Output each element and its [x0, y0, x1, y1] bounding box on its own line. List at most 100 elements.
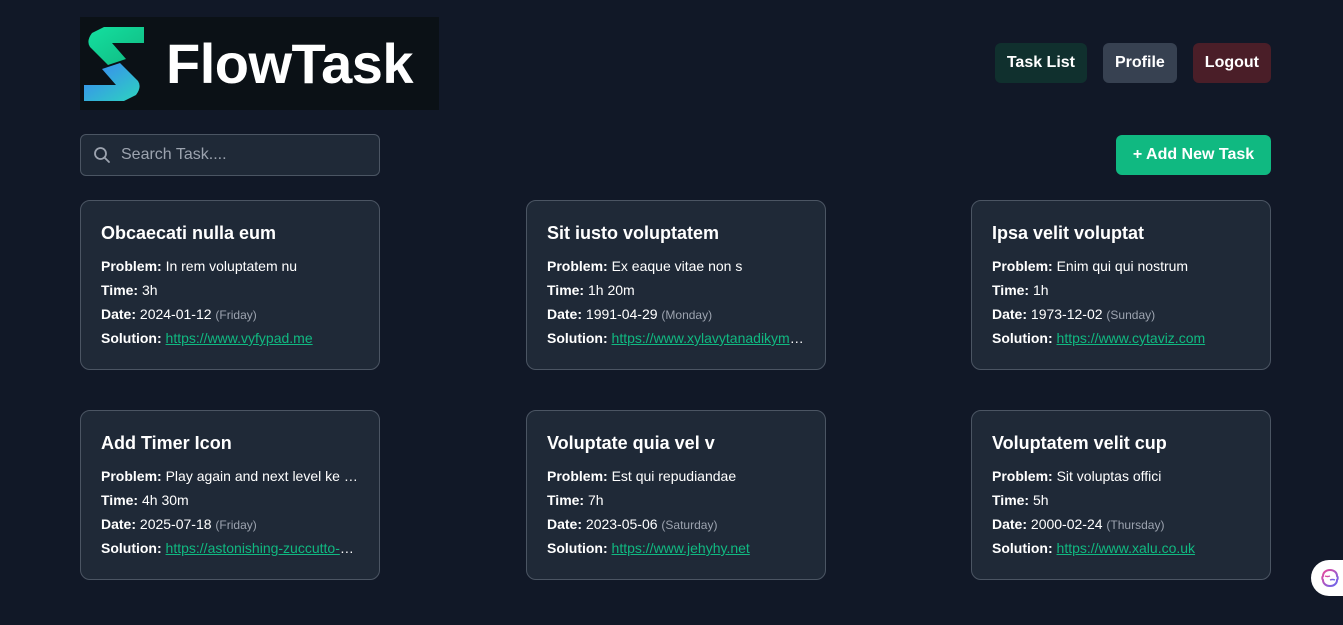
- page: FlowTask Task List Profile Logout + Add …: [0, 0, 1343, 625]
- date-label: Date:: [101, 516, 137, 532]
- task-title: Voluptatem velit cup: [992, 433, 1167, 453]
- date-label: Date:: [101, 306, 137, 322]
- solution-label: Solution:: [992, 540, 1053, 556]
- task-solution: Solution: https://www.cytaviz.com: [992, 326, 1250, 350]
- date-value: 2023-05-06: [585, 516, 658, 532]
- solution-link[interactable]: https://astonishing-zuccutto-app.netlify…: [166, 540, 359, 556]
- day-value: (Friday): [215, 518, 257, 532]
- solution-link[interactable]: https://www.cytaviz.com: [1057, 330, 1206, 346]
- problem-value: In rem voluptatem nu: [165, 258, 298, 274]
- day-value: (Saturday): [661, 518, 718, 532]
- task-time: Time: 3h: [101, 278, 359, 302]
- date-value: 2025-07-18: [139, 516, 212, 532]
- search-icon: [94, 147, 110, 163]
- task-date: Date: 2024-01-12 (Friday): [101, 302, 359, 326]
- task-card[interactable]: Obcaecati nulla eum Problem: In rem volu…: [80, 200, 380, 370]
- task-date: Date: 2023-05-06 (Saturday): [547, 512, 805, 536]
- task-problem: Problem: Ex eaque vitae non s: [547, 254, 805, 278]
- task-card[interactable]: Voluptate quia vel v Problem: Est qui re…: [526, 410, 826, 580]
- problem-value: Est qui repudiandae: [611, 468, 737, 484]
- task-card[interactable]: Ipsa velit voluptat Problem: Enim qui qu…: [971, 200, 1271, 370]
- time-label: Time:: [101, 282, 139, 298]
- problem-value: Play again and next level ke sathe: [165, 468, 359, 484]
- date-label: Date:: [992, 516, 1028, 532]
- task-solution: Solution: https://astonishing-zuccutto-a…: [101, 536, 359, 560]
- problem-label: Problem:: [547, 468, 608, 484]
- solution-label: Solution:: [101, 540, 162, 556]
- solution-label: Solution:: [992, 330, 1053, 346]
- task-solution: Solution: https://www.xylavytanadikym.co…: [547, 326, 805, 350]
- task-solution: Solution: https://www.vyfypad.me: [101, 326, 359, 350]
- time-value: 1h: [1032, 282, 1049, 298]
- task-solution: Solution: https://www.xalu.co.uk: [992, 536, 1250, 560]
- search-input[interactable]: [121, 146, 361, 164]
- time-label: Time:: [547, 492, 585, 508]
- solution-label: Solution:: [101, 330, 162, 346]
- task-problem: Problem: Play again and next level ke sa…: [101, 464, 359, 488]
- task-title: Voluptate quia vel v: [547, 433, 715, 453]
- time-value: 7h: [587, 492, 604, 508]
- date-label: Date:: [992, 306, 1028, 322]
- task-card[interactable]: Sit iusto voluptatem Problem: Ex eaque v…: [526, 200, 826, 370]
- brain-icon: [1321, 568, 1339, 588]
- problem-value: Sit voluptas offici: [1056, 468, 1162, 484]
- add-new-task-button[interactable]: + Add New Task: [1116, 135, 1271, 175]
- time-value: 3h: [141, 282, 158, 298]
- task-date: Date: 1991-04-29 (Monday): [547, 302, 805, 326]
- task-card[interactable]: Voluptatem velit cup Problem: Sit volupt…: [971, 410, 1271, 580]
- time-value: 1h 20m: [587, 282, 635, 298]
- day-value: (Friday): [215, 308, 257, 322]
- problem-label: Problem:: [547, 258, 608, 274]
- time-label: Time:: [992, 492, 1030, 508]
- task-date: Date: 2000-02-24 (Thursday): [992, 512, 1250, 536]
- task-title: Sit iusto voluptatem: [547, 223, 720, 243]
- task-time: Time: 4h 30m: [101, 488, 359, 512]
- task-title: Obcaecati nulla eum: [101, 223, 277, 243]
- task-problem: Problem: In rem voluptatem nu: [101, 254, 359, 278]
- task-card[interactable]: Add Timer Icon Problem: Play again and n…: [80, 410, 380, 580]
- date-value: 2000-02-24: [1030, 516, 1103, 532]
- day-value: (Monday): [661, 308, 713, 322]
- task-solution: Solution: https://www.jehyhy.net: [547, 536, 805, 560]
- search-box: [80, 134, 380, 176]
- date-label: Date:: [547, 306, 583, 322]
- flowtask-s-logo-icon: [84, 26, 144, 101]
- task-list-button[interactable]: Task List: [994, 43, 1087, 83]
- solution-link[interactable]: https://www.vyfypad.me: [166, 330, 313, 346]
- task-time: Time: 1h 20m: [547, 278, 805, 302]
- task-time: Time: 7h: [547, 488, 805, 512]
- logout-button[interactable]: Logout: [1192, 43, 1271, 83]
- date-label: Date:: [547, 516, 583, 532]
- solution-link[interactable]: https://www.xylavytanadikym.com: [612, 330, 805, 346]
- time-label: Time:: [101, 492, 139, 508]
- task-date: Date: 2025-07-18 (Friday): [101, 512, 359, 536]
- problem-value: Enim qui qui nostrum: [1056, 258, 1189, 274]
- date-value: 1973-12-02: [1030, 306, 1103, 322]
- top-nav: Task List Profile Logout: [994, 43, 1271, 83]
- time-value: 4h 30m: [141, 492, 189, 508]
- task-title: Add Timer Icon: [101, 433, 232, 453]
- solution-link[interactable]: https://www.xalu.co.uk: [1057, 540, 1196, 556]
- task-problem: Problem: Enim qui qui nostrum: [992, 254, 1250, 278]
- profile-button[interactable]: Profile: [1103, 43, 1177, 83]
- solution-link[interactable]: https://www.jehyhy.net: [612, 540, 750, 556]
- time-label: Time:: [992, 282, 1030, 298]
- date-value: 2024-01-12: [139, 306, 212, 322]
- problem-label: Problem:: [101, 258, 162, 274]
- problem-label: Problem:: [992, 258, 1053, 274]
- task-title: Ipsa velit voluptat: [992, 223, 1145, 243]
- time-label: Time:: [547, 282, 585, 298]
- problem-value: Ex eaque vitae non s: [611, 258, 743, 274]
- logo-text: FlowTask: [166, 31, 414, 95]
- problem-label: Problem:: [992, 468, 1053, 484]
- solution-label: Solution:: [547, 540, 608, 556]
- solution-label: Solution:: [547, 330, 608, 346]
- day-value: (Thursday): [1106, 518, 1165, 532]
- task-problem: Problem: Sit voluptas offici: [992, 464, 1250, 488]
- floating-assistant-button[interactable]: [1311, 560, 1343, 596]
- task-time: Time: 5h: [992, 488, 1250, 512]
- logo[interactable]: FlowTask: [80, 17, 439, 110]
- problem-label: Problem:: [101, 468, 162, 484]
- task-problem: Problem: Est qui repudiandae: [547, 464, 805, 488]
- date-value: 1991-04-29: [585, 306, 658, 322]
